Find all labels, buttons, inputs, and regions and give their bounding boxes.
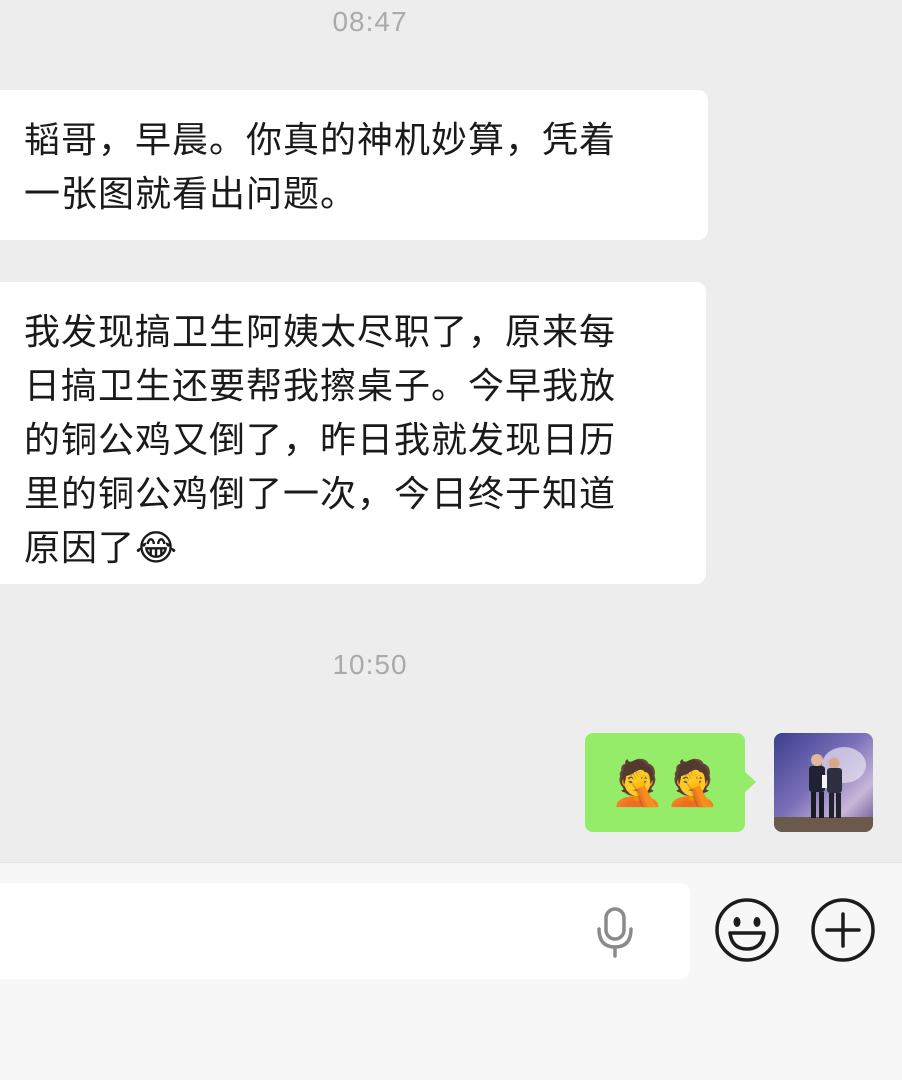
emoji-message: 🤦🤦 xyxy=(610,757,720,809)
chat-screen: 08:47 韬哥，早晨。你真的神机妙算，凭着 一张图就看出问题。 我发现搞卫生阿… xyxy=(0,0,902,1080)
message-line: 里的铜公鸡倒了一次，今日终于知道 xyxy=(24,474,617,515)
message-line: 韬哥，早晨。你真的神机妙算，凭着 xyxy=(24,120,617,161)
avatar-photo xyxy=(774,733,873,832)
message-line: 日搞卫生还要帮我擦桌子。今早我放 xyxy=(24,366,617,407)
message-bubble-incoming[interactable]: 我发现搞卫生阿姨太尽职了，原来每 日搞卫生还要帮我擦桌子。今早我放 的铜公鸡又倒… xyxy=(0,282,706,584)
message-input[interactable] xyxy=(0,883,690,979)
avatar[interactable] xyxy=(774,733,873,832)
message-line: 我发现搞卫生阿姨太尽职了，原来每 xyxy=(24,312,617,353)
message-bubble-outgoing[interactable]: 🤦🤦 xyxy=(585,733,756,832)
timestamp: 08:47 xyxy=(332,6,408,37)
smiley-icon[interactable] xyxy=(714,897,780,963)
message-list[interactable]: 08:47 韬哥，早晨。你真的神机妙算，凭着 一张图就看出问题。 我发现搞卫生阿… xyxy=(0,0,902,862)
timestamp: 10:50 xyxy=(332,649,408,680)
message-line: 的铜公鸡又倒了，昨日我就发现日历 xyxy=(24,420,617,461)
message-line: 原因了😂 xyxy=(24,528,179,569)
message-bubble-incoming[interactable]: 韬哥，早晨。你真的神机妙算，凭着 一张图就看出问题。 xyxy=(0,90,708,240)
input-toolbar xyxy=(0,862,902,1080)
plus-circle-icon[interactable] xyxy=(810,897,876,963)
microphone-icon[interactable] xyxy=(592,905,638,959)
message-line: 一张图就看出问题。 xyxy=(24,174,358,215)
